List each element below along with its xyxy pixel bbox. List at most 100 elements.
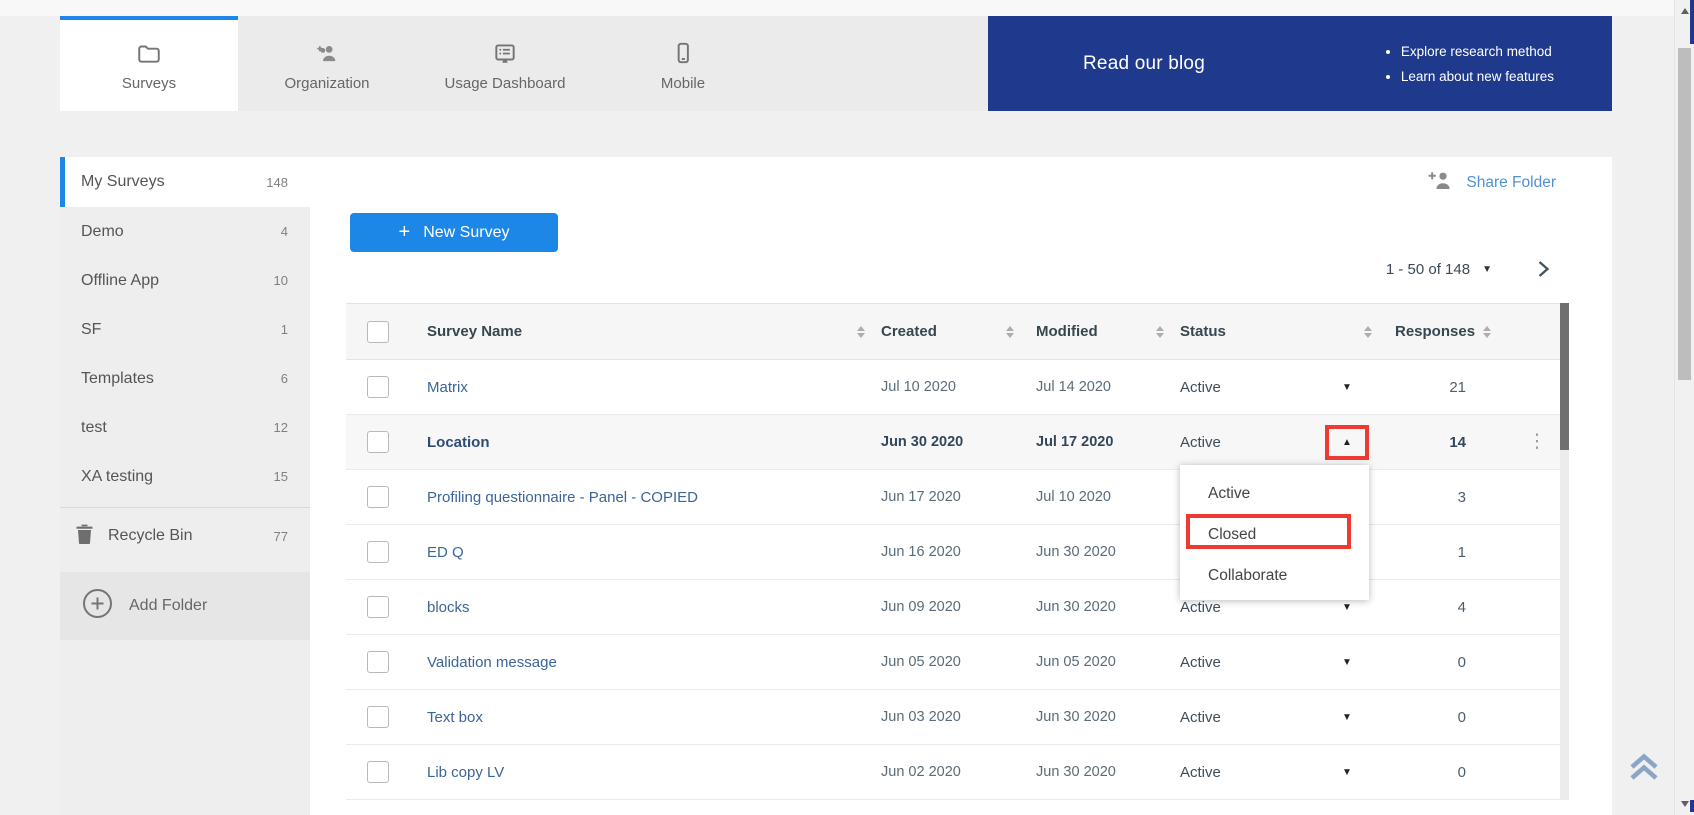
tab-label: Usage Dashboard (445, 75, 566, 92)
survey-name-link[interactable]: Text box (427, 709, 483, 726)
sort-icon[interactable] (857, 326, 865, 338)
nav-tab[interactable]: Usage Dashboard (416, 16, 594, 111)
created-date: Jun 02 2020 (881, 764, 961, 780)
sidebar-folder-item[interactable]: Offline App 10 (60, 256, 310, 305)
row-checkbox-cell (346, 376, 410, 398)
table-row: Text box Jun 03 2020 Jun 30 2020 Active … (346, 690, 1560, 745)
status-dropdown-toggle[interactable]: ▼ ▲ (1325, 645, 1369, 680)
row-checkbox[interactable] (367, 706, 389, 728)
row-checkbox-cell (346, 761, 410, 783)
main-panel: Share Folder + New Survey 1 - 50 of 148 … (310, 157, 1612, 815)
edge-sliver (1690, 0, 1694, 44)
trash-icon (76, 524, 93, 549)
created-cell: Jun 02 2020 (865, 764, 1014, 780)
tab-label: Mobile (661, 75, 705, 92)
status-dropdown-toggle[interactable]: ▼ ▲ (1325, 370, 1369, 405)
survey-name-link[interactable]: Validation message (427, 654, 557, 671)
modified-date: Jun 30 2020 (1036, 544, 1116, 560)
pagination-range-label: 1 - 50 of 148 (1386, 261, 1470, 278)
row-checkbox[interactable] (367, 596, 389, 618)
sidebar-folder-item[interactable]: XA testing 15 (60, 452, 310, 501)
sidebar-folder-item[interactable]: Templates 6 (60, 354, 310, 403)
responses-count: 21 (1376, 379, 1490, 396)
header-label-survey-name: Survey Name (427, 323, 522, 340)
created-cell: Jun 30 2020 (865, 434, 1014, 450)
select-all-checkbox[interactable] (367, 321, 389, 343)
table-scrollbar-thumb[interactable] (1560, 303, 1569, 450)
tab-icon (670, 40, 696, 66)
row-checkbox[interactable] (367, 376, 389, 398)
header: Surveys (60, 16, 1612, 111)
add-folder-button[interactable]: Add Folder (60, 572, 310, 640)
folder-label: XA testing (81, 468, 153, 486)
row-checkbox[interactable] (367, 431, 389, 453)
share-folder-button[interactable]: Share Folder (1426, 170, 1556, 195)
sort-icon[interactable] (1364, 326, 1372, 338)
sidebar-folder-item[interactable]: My Surveys 148 (60, 157, 310, 207)
status-dropdown-toggle[interactable]: ▼ ▲ (1325, 700, 1369, 735)
banner-bullet: Learn about new features (1401, 64, 1554, 89)
table-header-row: Survey Name Created Modified Status Resp… (346, 303, 1560, 360)
sidebar-folder-item[interactable]: test 12 (60, 403, 310, 452)
sort-icon[interactable] (1483, 326, 1491, 338)
created-cell: Jun 09 2020 (865, 599, 1014, 615)
row-checkbox[interactable] (367, 541, 389, 563)
dropdown-option[interactable]: Closed (1180, 514, 1369, 555)
header-label-status: Status (1180, 323, 1226, 340)
next-page-button[interactable] (1534, 259, 1552, 279)
banner-title: Read our blog (1083, 53, 1205, 75)
dropdown-option[interactable]: Active (1180, 473, 1369, 514)
survey-name-link[interactable]: Profiling questionnaire - Panel - COPIED (427, 489, 698, 506)
created-cell: Jun 16 2020 (865, 544, 1014, 560)
modified-cell: Jul 14 2020 (1014, 379, 1164, 395)
responses-count: 0 (1376, 654, 1490, 671)
dropdown-option[interactable]: Collaborate (1180, 555, 1369, 596)
survey-name-link[interactable]: Lib copy LV (427, 764, 504, 781)
nav-tab[interactable]: Surveys (60, 16, 238, 111)
table-row: blocks Jun 09 2020 Jun 30 2020 Active ▼ (346, 580, 1560, 635)
status-label: Active (1180, 654, 1221, 671)
person-add-icon (1426, 170, 1453, 195)
pagination-dropdown-icon[interactable]: ▼ (1482, 264, 1492, 275)
responses-cell: 21 (1376, 379, 1490, 396)
status-dropdown-toggle[interactable]: ▼ ▲ (1325, 425, 1369, 460)
survey-name-link[interactable]: blocks (427, 599, 470, 616)
sort-icon[interactable] (1006, 326, 1014, 338)
folder-label: Templates (81, 370, 154, 388)
row-checkbox[interactable] (367, 486, 389, 508)
table-row: Location Jun 30 2020 Jul 17 2020 Active … (346, 415, 1560, 470)
survey-name-cell: Profiling questionnaire - Panel - COPIED (410, 489, 865, 506)
modified-cell: Jul 10 2020 (1014, 489, 1164, 505)
sidebar-folder-item[interactable]: Demo 4 (60, 207, 310, 256)
responses-cell: 14 (1376, 434, 1490, 451)
table-row: Lib copy LV Jun 02 2020 Jun 30 2020 Acti… (346, 745, 1560, 800)
surveys-page: Surveys (0, 0, 1694, 815)
nav-tab[interactable]: Mobile (594, 16, 772, 111)
page-scrollbar[interactable] (1674, 0, 1694, 815)
nav-tab[interactable]: Organization (238, 16, 416, 111)
sort-icon[interactable] (1156, 326, 1164, 338)
folder-label: test (81, 419, 107, 437)
status-dropdown-toggle[interactable]: ▼ ▲ (1325, 755, 1369, 790)
scroll-to-top-button[interactable] (1626, 748, 1662, 793)
page-scrollbar-thumb[interactable] (1678, 48, 1691, 380)
survey-name-link[interactable]: Matrix (427, 379, 468, 396)
plus-icon: + (399, 222, 411, 242)
table-row: Matrix Jul 10 2020 Jul 14 2020 Active ▼ (346, 360, 1560, 415)
pagination: 1 - 50 of 148 ▼ (1386, 259, 1552, 279)
kebab-menu-icon[interactable]: ⋮ (1528, 435, 1547, 449)
table-scrollbar[interactable] (1560, 303, 1569, 800)
survey-name-link[interactable]: ED Q (427, 544, 464, 561)
blog-banner[interactable]: Read our blog Explore research method Le… (988, 16, 1612, 111)
survey-name-cell: Lib copy LV (410, 764, 865, 781)
sidebar-folder-item[interactable]: SF 1 (60, 305, 310, 354)
survey-name-link[interactable]: Location (427, 434, 490, 451)
sidebar-item-recycle-bin[interactable]: Recycle Bin 77 (60, 508, 310, 564)
row-checkbox[interactable] (367, 761, 389, 783)
row-checkbox[interactable] (367, 651, 389, 673)
header-status: Status (1164, 323, 1376, 340)
survey-name-cell: blocks (410, 599, 865, 616)
survey-name-cell: Validation message (410, 654, 865, 671)
new-survey-button[interactable]: + New Survey (350, 213, 558, 252)
row-checkbox-cell (346, 486, 410, 508)
